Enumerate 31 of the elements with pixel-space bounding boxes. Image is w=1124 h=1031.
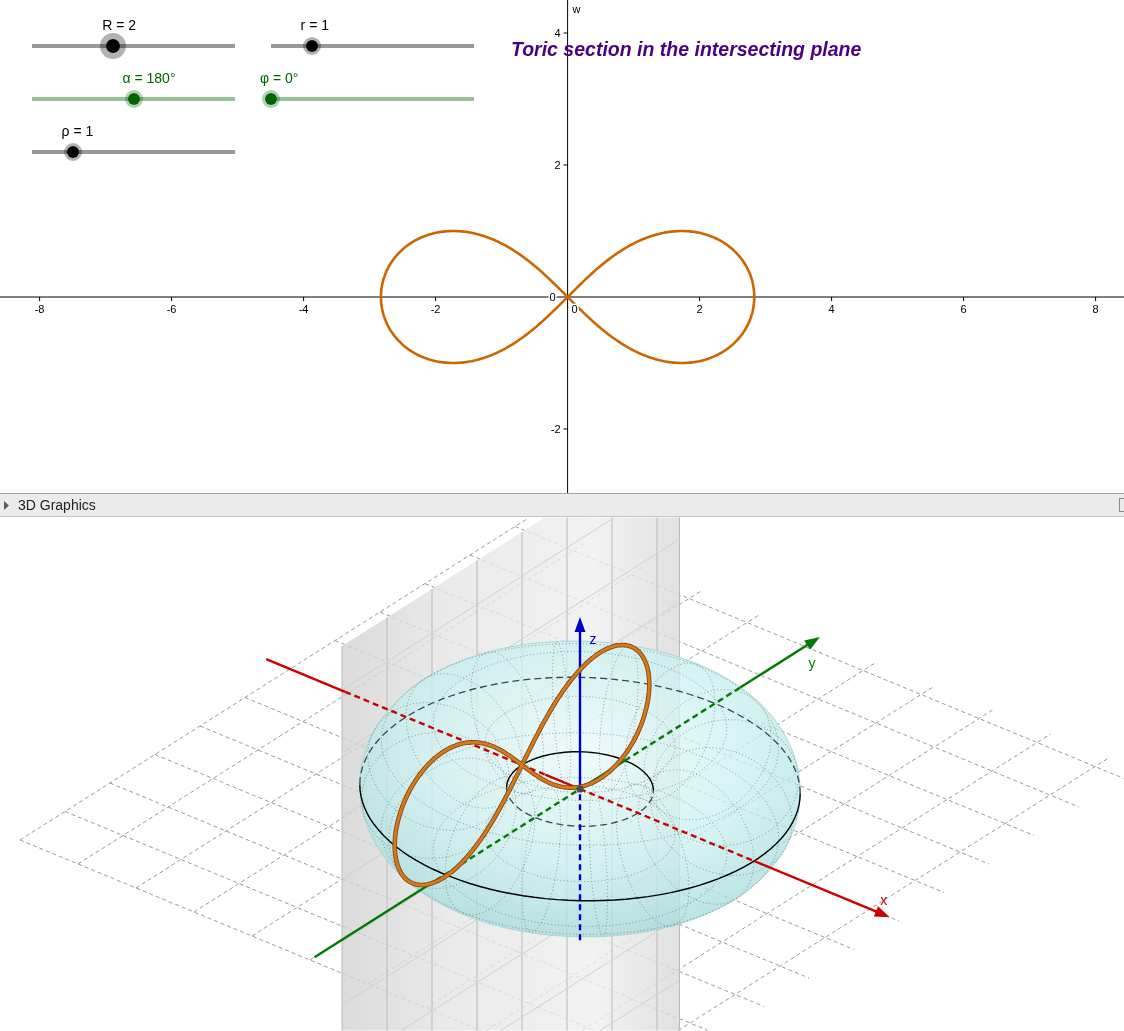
slider-label: φ = 0°: [260, 71, 299, 85]
slider-label: R = 2: [102, 18, 137, 32]
slider-thumb[interactable]: [124, 90, 143, 108]
axis-label: w: [572, 3, 581, 15]
tick-label: 2: [696, 303, 703, 315]
slider-thumb[interactable]: [262, 90, 280, 108]
panel-icon[interactable]: [1119, 498, 1124, 512]
tick-label: -2: [430, 303, 441, 315]
tick-label: 4: [554, 26, 561, 39]
origin-point-icon: [576, 785, 584, 793]
tick-label: 0: [549, 290, 556, 303]
tick-label: -4: [298, 303, 309, 315]
slider-thumb[interactable]: [302, 37, 321, 55]
slider-label: α = 180°: [122, 71, 176, 85]
caret-icon[interactable]: [4, 500, 9, 510]
tick-label: 8: [1092, 303, 1099, 315]
tick-label: 2: [554, 158, 561, 171]
tick-label: 6: [960, 303, 967, 315]
tick-label: 0: [571, 303, 578, 315]
tick-label: -2: [550, 422, 561, 435]
axis-label: z: [589, 631, 597, 647]
slider-thumb[interactable]: [100, 33, 127, 59]
tick-label: -6: [166, 303, 177, 315]
axis-label: x: [880, 892, 888, 909]
axis-label: y: [808, 655, 816, 672]
slider-thumb[interactable]: [63, 143, 82, 161]
slider-label: r = 1: [300, 18, 329, 32]
tick-label: 4: [828, 303, 835, 315]
slider-label: ρ = 1: [61, 124, 94, 138]
view-title: 3D Graphics: [18, 497, 96, 513]
tick-label: -8: [34, 303, 45, 315]
